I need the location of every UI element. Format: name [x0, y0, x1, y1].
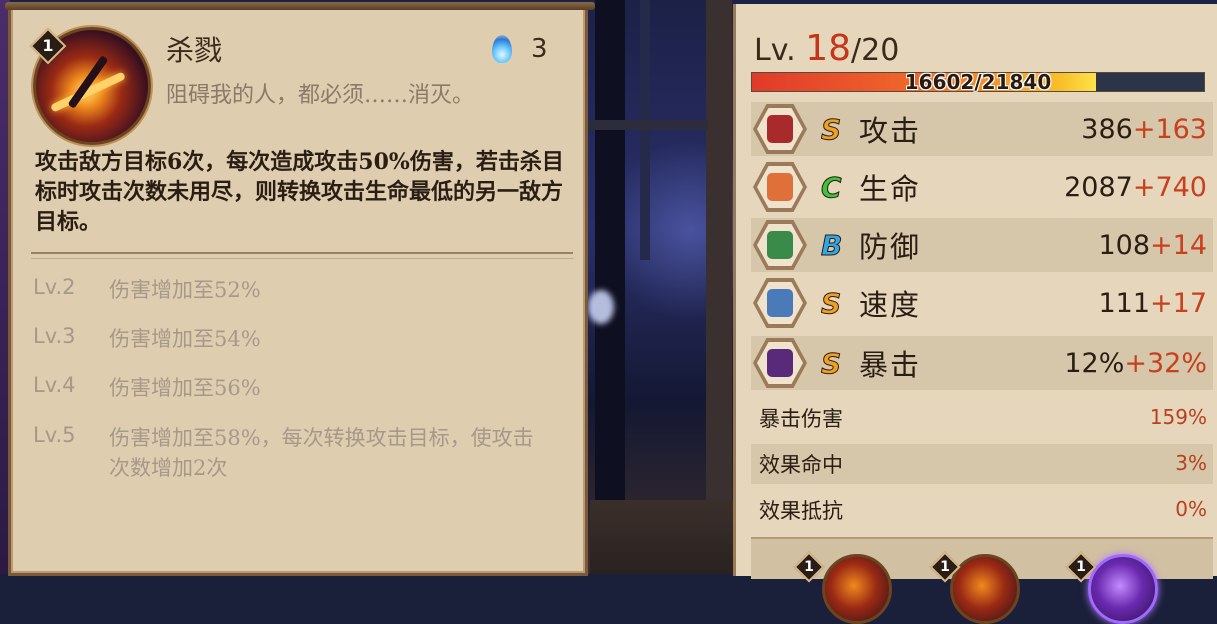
skill-name: 杀戮 [166, 34, 223, 67]
scene-pillar [640, 0, 650, 260]
stat-base: 108 [1098, 229, 1151, 261]
scene-floor [590, 500, 750, 574]
skill-cost-value: 3 [531, 34, 548, 64]
skill-quote: 阻碍我的人，都必须……消灭。 [166, 83, 475, 108]
skill-slot-badge-text: 1 [804, 559, 814, 575]
stat-grade: C [821, 170, 843, 204]
sub-stat-row: 效果命中 3% [751, 444, 1213, 484]
upgrade-level: Lv.4 [33, 373, 76, 397]
skill-slot-2[interactable] [950, 554, 1020, 624]
stat-row-attack: S 攻击 386+163 [751, 102, 1213, 156]
sub-stat-value: 0% [1175, 497, 1207, 521]
stat-name: 速度 [859, 288, 922, 322]
sub-stat-name: 暴击伤害 [759, 407, 843, 431]
upgrade-level: Lv.3 [33, 324, 76, 348]
stat-row-crit: S 暴击 12%+32% [751, 336, 1213, 390]
upgrade-text: 伤害增加至56% [109, 376, 261, 400]
fan-icon [753, 104, 807, 154]
stat-grade: S [820, 112, 842, 146]
sub-stat-row: 效果抵抗 0% [751, 490, 1213, 530]
sub-stat-row: 暴击伤害 159% [751, 398, 1213, 438]
stat-base: 2087 [1064, 171, 1133, 203]
upgrade-row: Lv.5 伤害增加至58%，每次转换攻击目标，使攻击次数增加2次 [33, 423, 549, 483]
scene-pillar [595, 0, 625, 500]
sub-stat-name: 效果命中 [759, 453, 843, 477]
stat-name: 防御 [859, 230, 922, 264]
stat-bonus: +740 [1132, 171, 1207, 203]
upgrade-level: Lv.5 [33, 423, 76, 447]
stat-bonus: +32% [1124, 347, 1207, 379]
scene-pillar [706, 0, 732, 574]
stat-base: 386 [1081, 113, 1133, 145]
upgrade-row: Lv.3 伤害增加至54% [33, 324, 261, 354]
xp-text: 16602/21840 [904, 70, 1052, 94]
sub-stat-value: 3% [1175, 451, 1207, 475]
stat-row-speed: S 速度 111+17 [751, 276, 1213, 330]
stat-name: 攻击 [859, 114, 922, 148]
stat-grade: S [820, 286, 842, 320]
upgrade-level: Lv.2 [33, 275, 76, 299]
sub-stat-name: 效果抵抗 [759, 499, 843, 523]
skill-slot-1[interactable] [822, 554, 892, 624]
stat-grade: S [820, 346, 842, 380]
skill-slot-badge-text: 1 [940, 559, 950, 575]
upgrade-text: 伤害增加至58%，每次转换攻击目标，使攻击次数增加2次 [109, 426, 534, 480]
wind-icon [753, 278, 807, 328]
upgrade-row: Lv.2 伤害增加至52% [33, 275, 261, 305]
stat-base: 111 [1098, 287, 1151, 319]
level-current: 18 [805, 28, 852, 69]
skill-slot-badge-text: 1 [1076, 559, 1086, 575]
skill-level-badge-text: 1 [42, 36, 54, 55]
upgrade-row: Lv.4 伤害增加至56% [33, 373, 261, 403]
panel-top-border [5, 2, 595, 10]
stat-row-hp: C 生命 2087+740 [751, 160, 1213, 214]
stat-base: 12% [1064, 347, 1125, 379]
xp-bar: 16602/21840 [751, 70, 1205, 94]
stat-grade: B [820, 228, 843, 262]
stats-panel: Lv. 18/20 16602/21840 S 攻击 386+163 C 生命 … [733, 4, 1217, 624]
stat-bonus: +17 [1150, 287, 1207, 319]
upgrade-text: 伤害增加至52% [109, 278, 261, 302]
stat-bonus: +14 [1150, 229, 1207, 261]
stat-bonus: +163 [1132, 113, 1207, 145]
stat-value: 2087+740 [1064, 172, 1207, 203]
ghost-fire-icon [489, 31, 515, 67]
sub-stat-value: 159% [1149, 405, 1207, 429]
talisman-icon [753, 162, 807, 212]
stat-name: 生命 [859, 172, 922, 206]
stat-row-defense: B 防御 108+14 [751, 218, 1213, 272]
stat-value: 108+14 [1098, 230, 1207, 261]
level-prefix: Lv. [754, 33, 796, 68]
stat-value: 12%+32% [1064, 348, 1207, 379]
level-display: Lv. 18/20 [754, 28, 899, 69]
scene-beam [588, 120, 708, 130]
divider [31, 252, 573, 259]
scene-glow [588, 290, 614, 324]
upgrade-text: 伤害增加至54% [109, 327, 261, 351]
stat-value: 386+163 [1081, 114, 1207, 145]
stat-name: 暴击 [859, 348, 922, 382]
skill-cost: 3 [489, 29, 548, 69]
skill-slot-3-selected[interactable] [1088, 554, 1158, 624]
skill-description: 攻击敌方目标6次，每次造成攻击50%伤害，若击杀目标时攻击次数未用尽，则转换攻击… [35, 149, 564, 235]
scroll-icon [753, 338, 807, 388]
armor-icon [753, 220, 807, 270]
level-max: /20 [851, 33, 900, 68]
stat-value: 111+17 [1098, 288, 1207, 319]
skill-detail-panel: 1 杀戮 阻碍我的人，都必须……消灭。 3 攻击敌方目标6次，每次造成攻击50%… [5, 2, 595, 576]
